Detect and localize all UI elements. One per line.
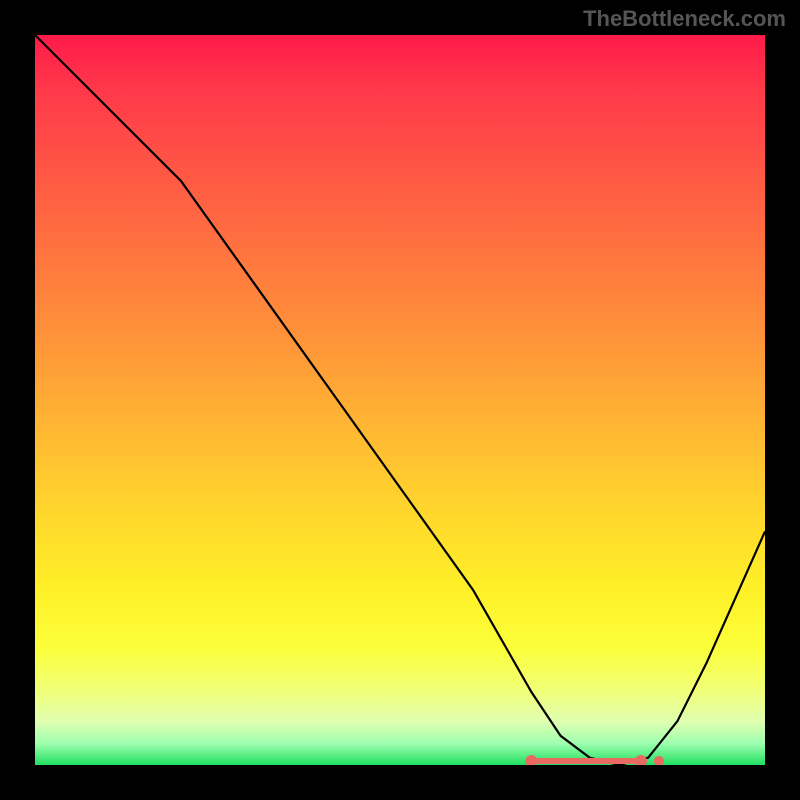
- optimum-range-start-dot: [525, 755, 537, 765]
- watermark-text: TheBottleneck.com: [583, 6, 786, 32]
- optimum-outlier-dot: [654, 756, 664, 765]
- plot-area: [35, 35, 765, 765]
- optimum-range-bar: [531, 758, 641, 764]
- optimum-range-end-dot: [635, 755, 647, 765]
- optimum-marker-group: [525, 755, 664, 765]
- bottleneck-curve-line: [35, 35, 765, 765]
- chart-svg: [35, 35, 765, 765]
